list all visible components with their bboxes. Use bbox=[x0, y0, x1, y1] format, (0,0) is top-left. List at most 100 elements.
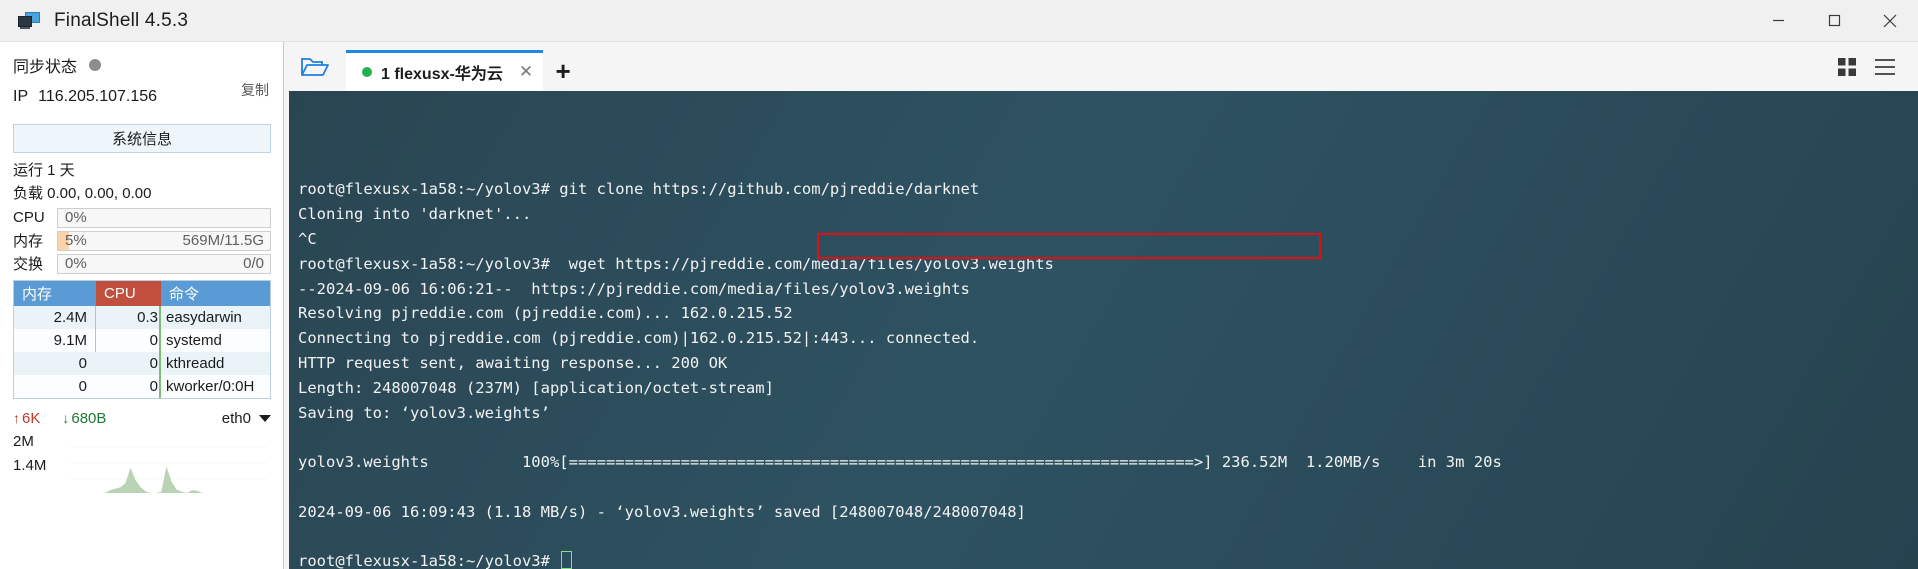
cpu-meter: 0% bbox=[57, 207, 271, 228]
memory-meter-label: 内存 bbox=[13, 233, 44, 250]
cell-command: kworker/0:0H bbox=[166, 378, 255, 395]
server-info-sidebar: 同步状态 复制 IP 116.205.107.156 系统信息 运行 1 天 负… bbox=[0, 42, 284, 569]
close-button[interactable] bbox=[1862, 0, 1918, 41]
chart-ytick-top: 2M bbox=[13, 433, 34, 450]
memory-meter: 5% 569M/11.5G bbox=[57, 230, 271, 251]
network-interface-label: eth0 bbox=[221, 409, 251, 427]
terminal-prompt-line: root@flexusx-1a58:~/yolov3# bbox=[298, 549, 1918, 569]
menu-icon[interactable] bbox=[1866, 42, 1904, 91]
cell-cpu: 0.3 bbox=[96, 306, 161, 329]
cell-cpu: 0 bbox=[96, 329, 161, 352]
app-window: FinalShell 4.5.3 同步状态 复制 IP 116.205.107.… bbox=[0, 0, 1918, 569]
terminal-line: Resolving pjreddie.com (pjreddie.com)...… bbox=[298, 304, 793, 323]
terminal-line: root@flexusx-1a58:~/yolov3# git clone ht… bbox=[298, 180, 980, 199]
main-split: 同步状态 复制 IP 116.205.107.156 系统信息 运行 1 天 负… bbox=[0, 42, 1918, 569]
network-interface-selector[interactable]: eth0 bbox=[222, 410, 271, 427]
swap-meter-value: 0% bbox=[65, 254, 87, 272]
load-average-text: 负载 0.00, 0.00, 0.00 bbox=[13, 185, 152, 202]
table-row[interactable]: 2.4M 0.3 easydarwin bbox=[14, 306, 270, 329]
terminal-output[interactable]: root@flexusx-1a58:~/yolov3# git clone ht… bbox=[284, 91, 1918, 569]
chart-ytick-mid: 1.4M bbox=[13, 457, 47, 474]
cell-command: systemd bbox=[166, 332, 222, 349]
column-header-command[interactable]: 命令 bbox=[161, 281, 270, 306]
cpu-meter-value: 0% bbox=[65, 208, 87, 226]
tab-status-dot bbox=[362, 67, 372, 77]
terminal-left-edge bbox=[284, 91, 289, 569]
process-table-header: 内存 CPU 命令 bbox=[14, 281, 270, 306]
process-table[interactable]: 内存 CPU 命令 2.4M 0.3 easydarwin 9.1M 0 systemd 0… bbox=[13, 280, 271, 399]
network-download-stat: ↓ 680B bbox=[62, 410, 106, 427]
table-row[interactable]: 9.1M 0 systemd bbox=[14, 329, 270, 352]
terminal-line: root@flexusx-1a58:~/yolov3# wget https:/… bbox=[298, 254, 1054, 273]
cell-memory: 2.4M bbox=[14, 306, 96, 329]
terminal-line: HTTP request sent, awaiting response... … bbox=[298, 353, 728, 372]
cell-cpu: 0 bbox=[96, 352, 161, 375]
chevron-down-icon bbox=[259, 414, 271, 422]
network-upload-stat: ↑ 6K bbox=[13, 410, 40, 427]
tab-bar: 1 flexusx-华为云 ✕ + bbox=[284, 42, 1918, 91]
tab-flexusx[interactable]: 1 flexusx-华为云 ✕ bbox=[346, 50, 544, 91]
arrow-up-icon: ↑ bbox=[13, 410, 20, 426]
terminal-pane: 1 flexusx-华为云 ✕ + root@flexusx-1a58:~/yo… bbox=[284, 42, 1918, 569]
window-titlebar: FinalShell 4.5.3 bbox=[0, 0, 1918, 42]
app-title: FinalShell 4.5.3 bbox=[54, 9, 189, 31]
copy-ip-button[interactable]: 复制 bbox=[241, 80, 269, 100]
cell-memory: 0 bbox=[78, 378, 87, 395]
process-table-body: 2.4M 0.3 easydarwin 9.1M 0 systemd 0 0 kthreadd 0… bbox=[14, 306, 270, 398]
column-header-memory[interactable]: 内存 bbox=[14, 281, 96, 306]
tab-label: 1 flexusx-华为云 bbox=[381, 66, 503, 83]
table-row[interactable]: 0 0 kthreadd bbox=[14, 352, 270, 375]
terminal-cursor bbox=[561, 551, 573, 569]
cell-memory: 0 bbox=[78, 355, 87, 372]
tab-bar-right-controls bbox=[1828, 42, 1918, 91]
terminal-line: ^C bbox=[298, 229, 317, 248]
cpu-meter-row: CPU 0% bbox=[13, 207, 271, 228]
terminal-prompt: root@flexusx-1a58:~/yolov3# bbox=[298, 552, 560, 569]
ip-value: 116.205.107.156 bbox=[38, 88, 158, 105]
swap-meter-aux: 0/0 bbox=[243, 254, 264, 272]
terminal-line: Saving to: ‘yolov3.weights’ bbox=[298, 403, 550, 422]
network-stats-row: ↑ 6K ↓ 680B eth0 bbox=[13, 407, 271, 429]
grid-view-icon[interactable] bbox=[1828, 42, 1866, 91]
maximize-button[interactable] bbox=[1806, 0, 1862, 41]
terminal-line: Cloning into 'darknet'... bbox=[298, 205, 532, 224]
titlebar-left: FinalShell 4.5.3 bbox=[0, 10, 188, 32]
sync-status-row: 同步状态 bbox=[0, 42, 283, 84]
network-traffic-chart: 2M 1.4M bbox=[13, 431, 283, 493]
ip-label: IP bbox=[13, 88, 29, 105]
system-info-button[interactable]: 系统信息 bbox=[13, 124, 271, 153]
column-header-cpu[interactable]: CPU bbox=[96, 281, 161, 306]
cell-command: kthreadd bbox=[166, 355, 225, 372]
new-tab-button[interactable]: + bbox=[543, 50, 583, 91]
monitor-icon bbox=[18, 11, 40, 30]
terminal-line: Length: 248007048 (237M) [application/oc… bbox=[298, 378, 774, 397]
swap-meter-label: 交换 bbox=[13, 256, 44, 273]
minimize-button[interactable] bbox=[1750, 0, 1806, 41]
memory-meter-row: 内存 5% 569M/11.5G bbox=[13, 230, 271, 251]
cpu-meter-label: CPU bbox=[13, 209, 45, 226]
cell-cpu: 0 bbox=[96, 375, 161, 398]
network-chart-canvas bbox=[69, 446, 269, 493]
swap-meter-row: 交换 0% 0/0 bbox=[13, 253, 271, 274]
terminal-line: --2024-09-06 16:06:21-- https://pjreddie… bbox=[298, 279, 970, 298]
cell-memory: 9.1M bbox=[14, 329, 96, 352]
open-folder-icon[interactable] bbox=[284, 42, 346, 91]
sync-status-label: 同步状态 bbox=[13, 59, 78, 76]
uptime-text: 运行 1 天 bbox=[13, 162, 75, 179]
table-row[interactable]: 0 0 kworker/0:0H bbox=[14, 375, 270, 398]
window-controls bbox=[1750, 0, 1918, 41]
cell-command: easydarwin bbox=[166, 309, 242, 326]
memory-meter-value: 5% bbox=[65, 231, 87, 249]
terminal-line: Connecting to pjreddie.com (pjreddie.com… bbox=[298, 329, 980, 348]
swap-meter: 0% 0/0 bbox=[57, 253, 271, 274]
network-upload-value: 6K bbox=[22, 409, 41, 427]
terminal-lines: root@flexusx-1a58:~/yolov3# git clone ht… bbox=[298, 177, 1918, 569]
network-download-value: 680B bbox=[71, 409, 107, 427]
terminal-line: 2024-09-06 16:09:43 (1.18 MB/s) - ‘yolov… bbox=[298, 502, 1026, 521]
tab-close-icon[interactable]: ✕ bbox=[519, 62, 533, 82]
arrow-down-icon: ↓ bbox=[62, 410, 70, 426]
terminal-line: yolov3.weights 100%[====================… bbox=[298, 453, 1502, 472]
